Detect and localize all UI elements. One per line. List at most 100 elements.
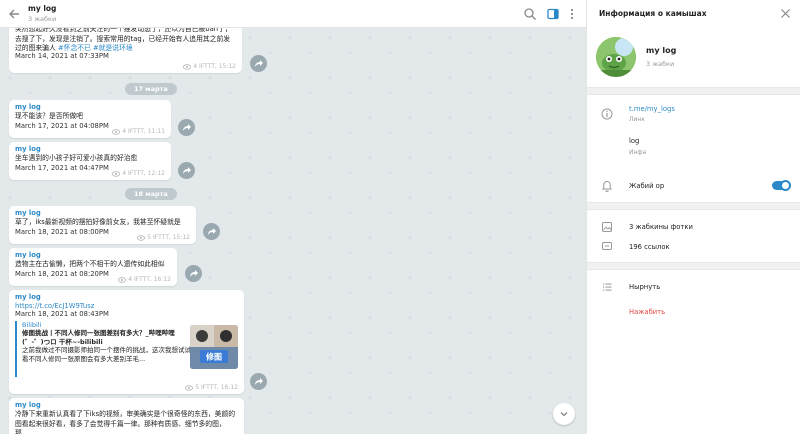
views-eye-icon (112, 170, 121, 177)
message-meta: 4 IFTTT, 16:12 (118, 276, 171, 283)
message-sender[interactable]: my log (15, 293, 238, 301)
search-icon[interactable] (523, 7, 537, 21)
preview-title: 修图挑战丨不同人修同一张图差别有多大？_哔哩哔哩 (゜-゜)つロ 干杯~-bil… (22, 329, 175, 346)
forward-button[interactable] (250, 55, 267, 72)
channel-link-hint: Линк (629, 116, 645, 123)
message-meta: 4 IFTTT, 12:12 (112, 170, 165, 177)
message-meta: 4 IFTTT, 11:11 (112, 128, 165, 135)
message-bubble[interactable]: my log https://t.co/EcJ1W9Tusz March 18,… (9, 290, 244, 394)
message-signature: IFTTT, 16:12 (133, 276, 171, 283)
message-views: 5 (195, 384, 200, 391)
message-list[interactable]: 突然想起好久没看到之前关注的一个推发动态了，还以为自己被ban了，去搜了下，发现… (0, 28, 586, 434)
share-arrow-icon (255, 378, 263, 385)
views-eye-icon (183, 63, 192, 70)
shared-links[interactable]: 196 ссылок (629, 243, 670, 251)
section-divider (587, 202, 800, 210)
share-arrow-icon (183, 167, 191, 174)
message-views: 4 (193, 63, 198, 70)
preview-image: 修图 (190, 325, 238, 369)
report-channel-button[interactable]: Нажабить (629, 308, 665, 316)
leave-channel-button[interactable]: Нырнуть (629, 283, 660, 291)
bell-icon (601, 180, 613, 192)
share-arrow-icon (190, 270, 198, 277)
preview-thumbnail[interactable]: 修图 (190, 325, 238, 369)
scroll-to-bottom-button[interactable] (553, 403, 575, 425)
message-text: 坐车遇到的小孩子好可爱小孩真的好治愈 (15, 154, 138, 162)
info-panel-header: Информация о камышах (587, 0, 800, 28)
chat-member-count: 3 жабки (28, 15, 57, 23)
message-signature: IFTTT, 11:11 (127, 128, 165, 135)
forward-button[interactable] (178, 119, 195, 136)
chat-header: my log 3 жабки (0, 0, 586, 28)
list-icon (603, 283, 612, 291)
back-arrow-icon[interactable] (7, 7, 21, 21)
forward-button[interactable] (203, 223, 220, 240)
channel-member-count: 3 жабки (646, 60, 675, 68)
close-icon[interactable] (780, 8, 791, 19)
message-meta: 4 IFTTT, 15:12 (183, 63, 236, 70)
message-bubble[interactable]: my log 冷静下来重新认真看了下iks的视频，审美确实是个很奇怪的东西，美颜… (9, 398, 244, 434)
forward-button[interactable] (250, 373, 267, 390)
avatar-image (596, 37, 636, 77)
notifications-toggle[interactable] (772, 180, 791, 191)
toggle-sidebar-icon[interactable] (546, 7, 560, 21)
forward-button[interactable] (178, 162, 195, 179)
message-signature: IFTTT, 12:12 (127, 170, 165, 177)
message-bubble[interactable]: my log 现不能该？是否所做吧 March 17, 2021 at 04:0… (9, 100, 171, 138)
message-sender[interactable]: my log (15, 251, 171, 259)
channel-description-hint: Инфа (629, 149, 647, 156)
section-divider (587, 262, 800, 270)
channel-name: my log (646, 46, 677, 55)
preview-description: 之前我做过不同摄影师拍同一个摆件的挑战，这次我想试试看不同人修同一张原图会有多大… (22, 346, 191, 363)
link-icon (602, 242, 612, 250)
chat-title[interactable]: my log (28, 4, 56, 13)
preview-badge: 修图 (205, 352, 222, 362)
message-sender[interactable]: my log (15, 209, 190, 217)
message-meta: 5 IFTTT, 16:12 (185, 384, 238, 391)
message-signature: IFTTT, 15:12 (152, 234, 190, 241)
message-text: 突然想起好久没看到之前关注的一个推发动态了，还以为自己被ban了，去搜了下，发现… (15, 28, 232, 52)
channel-link[interactable]: t.me/my_logs (629, 105, 675, 113)
message-text: 造物主在古偷懒，把两个不相干的人遗传如此相似 (15, 260, 165, 268)
link-preview[interactable]: Bilibili 修图挑战丨不同人修同一张图差别有多大？_哔哩哔哩 (゜-゜)つ… (15, 321, 238, 377)
share-arrow-icon (208, 228, 216, 235)
share-arrow-icon (255, 60, 263, 67)
views-eye-icon (185, 384, 194, 391)
message-date-text: March 18, 2021 at 08:43PM (15, 310, 109, 318)
message-bubble[interactable]: my log 草了，iks最新视频的摆拍好像前女友，我甚至怀疑就是 March … (9, 206, 196, 244)
message-bubble[interactable]: my log 造物主在古偷懒，把两个不相干的人遗传如此相似 March 18, … (9, 248, 177, 286)
views-eye-icon (118, 276, 127, 283)
message-views: 5 (147, 234, 152, 241)
section-divider (587, 87, 800, 95)
forward-button[interactable] (185, 265, 202, 282)
message-sender[interactable]: my log (15, 103, 165, 111)
date-divider: 18 марта (125, 188, 177, 200)
info-panel-title: Информация о камышах (599, 9, 707, 18)
views-eye-icon (112, 128, 121, 135)
channel-description: log (629, 137, 640, 145)
notifications-label: Жабий ор (629, 182, 665, 190)
channel-info-panel: Информация о камышах my log 3 жабки t.me… (586, 0, 800, 434)
message-link[interactable]: https://t.co/EcJ1W9Tusz (15, 302, 238, 310)
views-eye-icon (137, 234, 146, 241)
more-options-icon[interactable] (565, 7, 579, 21)
shared-photos[interactable]: 3 жабкины фотки (629, 223, 693, 231)
message-sender[interactable]: my log (15, 145, 165, 153)
message-views: 4 (128, 276, 133, 283)
date-divider: 17 марта (125, 83, 177, 95)
avatar[interactable] (596, 37, 636, 77)
share-arrow-icon (183, 124, 191, 131)
message-signature: IFTTT, 16:12 (200, 384, 238, 391)
message-bubble[interactable]: 突然想起好久没看到之前关注的一个推发动态了，还以为自己被ban了，去搜了下，发现… (9, 28, 242, 73)
message-meta: 5 IFTTT, 15:12 (137, 234, 190, 241)
message-text: 冷静下来重新认真看了下iks的视频，审美确实是个很奇怪的东西，美颜的图看起来很好… (15, 410, 236, 434)
chevron-down-icon (560, 412, 568, 417)
photo-icon (602, 222, 612, 232)
message-date-text: March 14, 2021 at 07:33PM (15, 52, 109, 60)
message-views: 4 (122, 128, 127, 135)
message-sender[interactable]: my log (15, 401, 238, 409)
message-text: 现不能该？是否所做吧 (15, 112, 83, 120)
info-icon (601, 108, 613, 120)
message-views: 4 (122, 170, 127, 177)
message-bubble[interactable]: my log 坐车遇到的小孩子好可爱小孩真的好治愈 March 17, 2021… (9, 142, 171, 180)
